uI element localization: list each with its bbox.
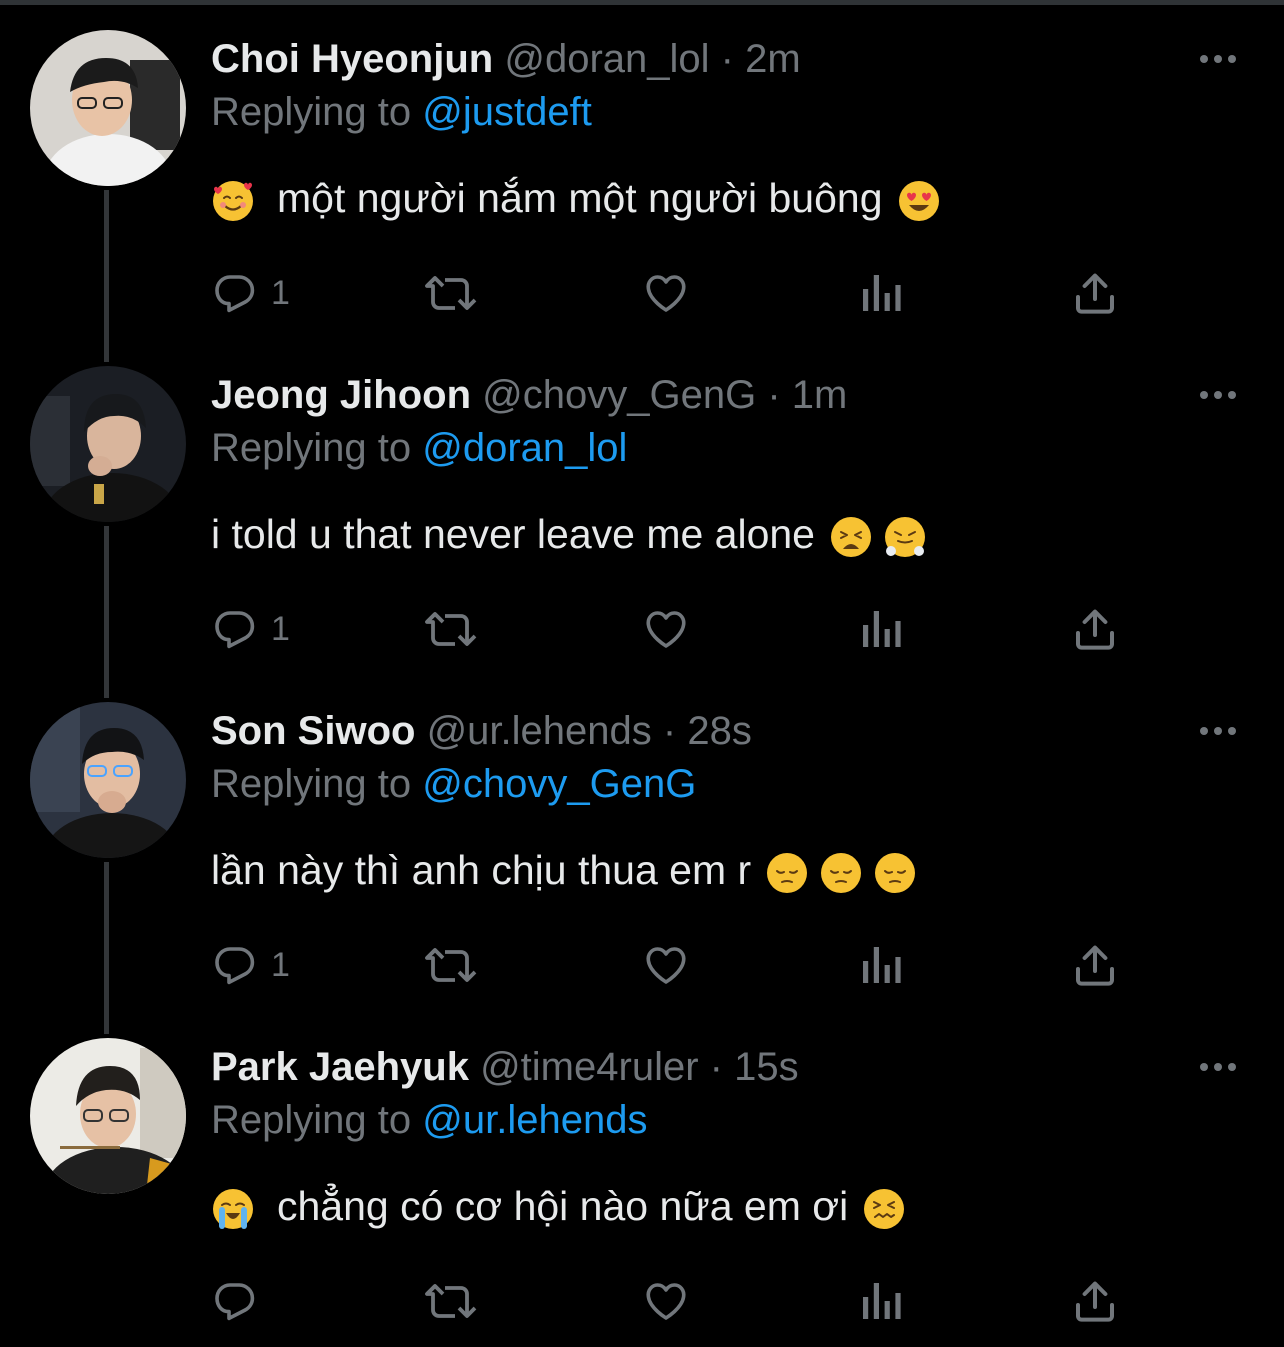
reply-count: 1 — [271, 946, 290, 984]
tweet-body: i told u that never leave me alone — [211, 511, 815, 557]
like-button[interactable] — [641, 1273, 701, 1329]
more-options-icon[interactable] — [1196, 380, 1240, 410]
more-options-icon[interactable] — [1196, 44, 1240, 74]
replying-to-line: Replying to @chovy_GenG — [211, 759, 696, 809]
retweet-button[interactable] — [423, 265, 483, 321]
separator-dot: · — [720, 37, 734, 81]
timestamp[interactable]: 15s — [734, 1045, 799, 1089]
tweet-body: một người nắm một người buông — [277, 175, 883, 221]
reply-button[interactable]: 1 — [211, 265, 331, 321]
tweet-text: i told u that never leave me alone — [211, 506, 927, 562]
retweet-button[interactable] — [423, 601, 483, 657]
share-button[interactable] — [1073, 265, 1133, 321]
display-name[interactable]: Son Siwoo — [211, 709, 415, 753]
pensive-face-emoji-icon — [819, 851, 863, 895]
tweet-header: Jeong Jihoon @chovy_GenG · 1m — [211, 370, 847, 420]
reply-button[interactable] — [211, 1273, 331, 1329]
action-bar: 1 — [211, 265, 1131, 321]
display-name[interactable]: Jeong Jihoon — [211, 373, 471, 417]
tweet[interactable]: Son Siwoo @ur.lehends · 28s Replying to @… — [0, 672, 1284, 1008]
replying-to-line: Replying to @justdeft — [211, 87, 592, 137]
share-button[interactable] — [1073, 937, 1133, 993]
avatar[interactable] — [30, 30, 186, 186]
replying-to-line: Replying to @doran_lol — [211, 423, 627, 473]
action-bar: 1 — [211, 937, 1131, 993]
mention-link[interactable]: @doran_lol — [422, 426, 627, 470]
tweet-header: Choi Hyeonjun @doran_lol · 2m — [211, 34, 801, 84]
more-options-icon[interactable] — [1196, 716, 1240, 746]
mention-link[interactable]: @justdeft — [422, 90, 592, 134]
share-button[interactable] — [1073, 1273, 1133, 1329]
share-button[interactable] — [1073, 601, 1133, 657]
tweet[interactable]: Jeong Jihoon @chovy_GenG · 1m Replying to… — [0, 336, 1284, 672]
tweet-header: Park Jaehyuk @time4ruler · 15s — [211, 1042, 799, 1092]
display-name[interactable]: Park Jaehyuk — [211, 1045, 469, 1089]
replying-to-label: Replying to — [211, 426, 412, 470]
username[interactable]: @doran_lol — [504, 37, 709, 81]
action-bar — [211, 1273, 1131, 1329]
reply-count: 1 — [271, 274, 290, 312]
avatar[interactable] — [30, 702, 186, 858]
smiling-face-with-hearts-emoji-icon — [211, 179, 255, 223]
confounded-face-emoji-icon — [862, 1187, 906, 1231]
timestamp[interactable]: 1m — [792, 373, 848, 417]
like-button[interactable] — [641, 265, 701, 321]
separator-dot: · — [662, 709, 677, 753]
tweet[interactable]: Choi Hyeonjun @doran_lol · 2m Replying to… — [0, 0, 1284, 336]
tweet-body: lần này thì anh chịu thua em r — [211, 847, 752, 893]
replying-to-label: Replying to — [211, 762, 412, 806]
views-button[interactable] — [859, 1273, 919, 1329]
loudly-crying-face-emoji-icon — [211, 1187, 255, 1231]
separator-dot: · — [709, 1045, 723, 1089]
views-button[interactable] — [859, 601, 919, 657]
reply-button[interactable]: 1 — [211, 601, 331, 657]
tweet-text: một người nắm một người buông — [211, 170, 941, 226]
tweet-text: lần này thì anh chịu thua em r — [211, 842, 917, 898]
heart-eyes-emoji-icon — [897, 179, 941, 223]
display-name[interactable]: Choi Hyeonjun — [211, 37, 493, 81]
pensive-face-emoji-icon — [873, 851, 917, 895]
replying-to-label: Replying to — [211, 1098, 412, 1142]
separator-dot: · — [767, 373, 781, 417]
views-button[interactable] — [859, 265, 919, 321]
tweet-body: chẳng có cơ hội nào nữa em ơi — [277, 1183, 849, 1229]
retweet-button[interactable] — [423, 937, 483, 993]
views-button[interactable] — [859, 937, 919, 993]
retweet-button[interactable] — [423, 1273, 483, 1329]
username[interactable]: @chovy_GenG — [482, 373, 756, 417]
replying-to-line: Replying to @ur.lehends — [211, 1095, 647, 1145]
avatar[interactable] — [30, 366, 186, 522]
pensive-face-emoji-icon — [765, 851, 809, 895]
reply-button[interactable]: 1 — [211, 937, 331, 993]
more-options-icon[interactable] — [1196, 1052, 1240, 1082]
tweet-header: Son Siwoo @ur.lehends · 28s — [211, 706, 752, 756]
tweet[interactable]: Park Jaehyuk @time4ruler · 15s Replying t… — [0, 1008, 1284, 1344]
timestamp[interactable]: 2m — [745, 37, 801, 81]
replying-to-label: Replying to — [211, 90, 412, 134]
weary-face-emoji-icon — [829, 515, 873, 559]
action-bar: 1 — [211, 601, 1131, 657]
reply-count: 1 — [271, 610, 290, 648]
tweet-text: chẳng có cơ hội nào nữa em ơi — [211, 1178, 906, 1234]
username[interactable]: @ur.lehends — [427, 709, 652, 753]
like-button[interactable] — [641, 601, 701, 657]
mention-link[interactable]: @chovy_GenG — [422, 762, 696, 806]
like-button[interactable] — [641, 937, 701, 993]
timestamp[interactable]: 28s — [687, 709, 752, 753]
avatar[interactable] — [30, 1038, 186, 1194]
mention-link[interactable]: @ur.lehends — [422, 1098, 647, 1142]
username[interactable]: @time4ruler — [480, 1045, 698, 1089]
face-with-steam-emoji-icon — [883, 515, 927, 559]
